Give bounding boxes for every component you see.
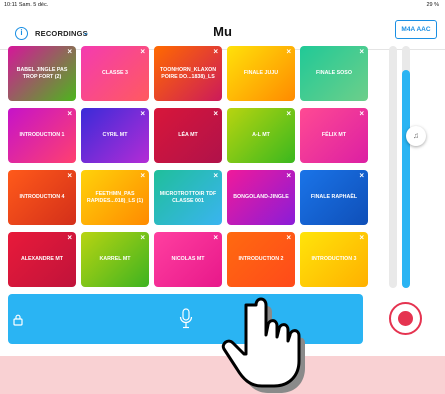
sound-pad[interactable]: BABEL JINGLE PAS TROP FORT (2) × bbox=[8, 46, 76, 101]
record-button[interactable] bbox=[389, 302, 422, 335]
close-icon[interactable]: × bbox=[213, 171, 218, 180]
sound-pad[interactable]: INTRODUCTION 4 × bbox=[8, 170, 76, 225]
close-icon[interactable]: × bbox=[286, 109, 291, 118]
sound-pad-label: MICROTROTTOIR TDF CLASSE 001 bbox=[159, 190, 217, 204]
sound-pad-label: ALEXANDRE MT bbox=[20, 256, 64, 263]
close-icon[interactable]: × bbox=[140, 47, 145, 56]
sound-pad-label: FEETHMN_PAS RAPIDES...018)_LS (1) bbox=[86, 190, 144, 204]
close-icon[interactable]: × bbox=[286, 171, 291, 180]
sound-pad-label: CYRIL MT bbox=[102, 132, 128, 139]
hand-pointer-icon bbox=[221, 297, 305, 393]
sound-pad[interactable]: INTRODUCTION 2 × bbox=[227, 232, 295, 287]
top-bar: i RECORDINGS ⌄ Mu M4A AAC bbox=[0, 14, 445, 50]
close-icon[interactable]: × bbox=[359, 171, 364, 180]
sound-pad-label: TOONHORN_KLAXON POIRE DO...1838)_LS bbox=[159, 66, 217, 80]
volume-slider-right[interactable] bbox=[402, 46, 410, 288]
close-icon[interactable]: × bbox=[67, 233, 72, 242]
close-icon[interactable]: × bbox=[359, 109, 364, 118]
sound-pad-label: NICOLAS MT bbox=[171, 256, 205, 263]
sound-pad[interactable]: CYRIL MT × bbox=[81, 108, 149, 163]
sound-pad-label: INTRODUCTION 4 bbox=[19, 194, 65, 201]
record-hold-button[interactable] bbox=[8, 294, 363, 344]
sound-pad[interactable]: ALEXANDRE MT × bbox=[8, 232, 76, 287]
sound-pad-label: A-L MT bbox=[252, 132, 270, 139]
close-icon[interactable]: × bbox=[286, 233, 291, 242]
sound-pad-label: KARREL MT bbox=[99, 256, 131, 263]
close-icon[interactable]: × bbox=[213, 47, 218, 56]
close-icon[interactable]: × bbox=[140, 109, 145, 118]
sound-pad[interactable]: FEETHMN_PAS RAPIDES...018)_LS (1) × bbox=[81, 170, 149, 225]
sound-pad[interactable]: BONGOLAND-JINGLE × bbox=[227, 170, 295, 225]
close-icon[interactable]: × bbox=[286, 47, 291, 56]
microphone-icon bbox=[179, 308, 193, 329]
sound-pad[interactable]: FINALE RAPHAËL × bbox=[300, 170, 368, 225]
sound-pad-label: BONGOLAND-JINGLE bbox=[233, 194, 289, 201]
sound-pad[interactable]: CLASSE 3 × bbox=[81, 46, 149, 101]
sound-pad[interactable]: TOONHORN_KLAXON POIRE DO...1838)_LS × bbox=[154, 46, 222, 101]
sound-pad-label: INTRODUCTION 2 bbox=[238, 256, 284, 263]
sound-pad[interactable]: KARREL MT × bbox=[81, 232, 149, 287]
sound-pad[interactable]: FÉLIX MT × bbox=[300, 108, 368, 163]
sound-pad[interactable]: LÉA MT × bbox=[154, 108, 222, 163]
sound-pad[interactable]: A-L MT × bbox=[227, 108, 295, 163]
close-icon[interactable]: × bbox=[140, 171, 145, 180]
status-bar: 10:11 Sam. 5 déc. 29 % bbox=[0, 0, 445, 10]
close-icon[interactable]: × bbox=[359, 47, 364, 56]
sound-pad[interactable]: NICOLAS MT × bbox=[154, 232, 222, 287]
close-icon[interactable]: × bbox=[213, 233, 218, 242]
volume-slider-left[interactable] bbox=[389, 46, 397, 288]
page-title: Mu bbox=[213, 24, 232, 39]
sound-pad-label: LÉA MT bbox=[178, 132, 198, 139]
sound-pad-label: FINALE JUJU bbox=[243, 70, 279, 77]
lock-icon[interactable] bbox=[11, 313, 25, 327]
sound-pad-label: FINALE RAPHAËL bbox=[310, 194, 358, 201]
sound-pad-label: CLASSE 3 bbox=[102, 70, 128, 77]
battery-status: 29 % bbox=[426, 2, 439, 8]
music-note-icon[interactable]: ♫ bbox=[406, 126, 426, 146]
close-icon[interactable]: × bbox=[67, 171, 72, 180]
sound-pad-label: INTRODUCTION 1 bbox=[19, 132, 65, 139]
sound-pad[interactable]: MICROTROTTOIR TDF CLASSE 001 × bbox=[154, 170, 222, 225]
sound-pad-label: BABEL JINGLE PAS TROP FORT (2) bbox=[16, 66, 68, 80]
record-icon bbox=[398, 311, 413, 326]
format-button[interactable]: M4A AAC bbox=[395, 20, 437, 39]
close-icon[interactable]: × bbox=[359, 233, 364, 242]
sound-pad-label: FINALE SOSO bbox=[316, 70, 352, 77]
sound-pad[interactable]: INTRODUCTION 1 × bbox=[8, 108, 76, 163]
close-icon[interactable]: × bbox=[213, 109, 218, 118]
close-icon[interactable]: × bbox=[140, 233, 145, 242]
sound-pad-label: INTRODUCTION 3 bbox=[311, 256, 357, 263]
sound-pad[interactable]: INTRODUCTION 3 × bbox=[300, 232, 368, 287]
sound-pad[interactable]: FINALE SOSO × bbox=[300, 46, 368, 101]
close-icon[interactable]: × bbox=[67, 109, 72, 118]
slider-fill bbox=[402, 70, 410, 288]
sound-pad-label: FÉLIX MT bbox=[321, 132, 347, 139]
status-time: 10:11 Sam. 5 déc. bbox=[4, 2, 49, 8]
close-icon[interactable]: × bbox=[67, 47, 72, 56]
sound-pad[interactable]: FINALE JUJU × bbox=[227, 46, 295, 101]
